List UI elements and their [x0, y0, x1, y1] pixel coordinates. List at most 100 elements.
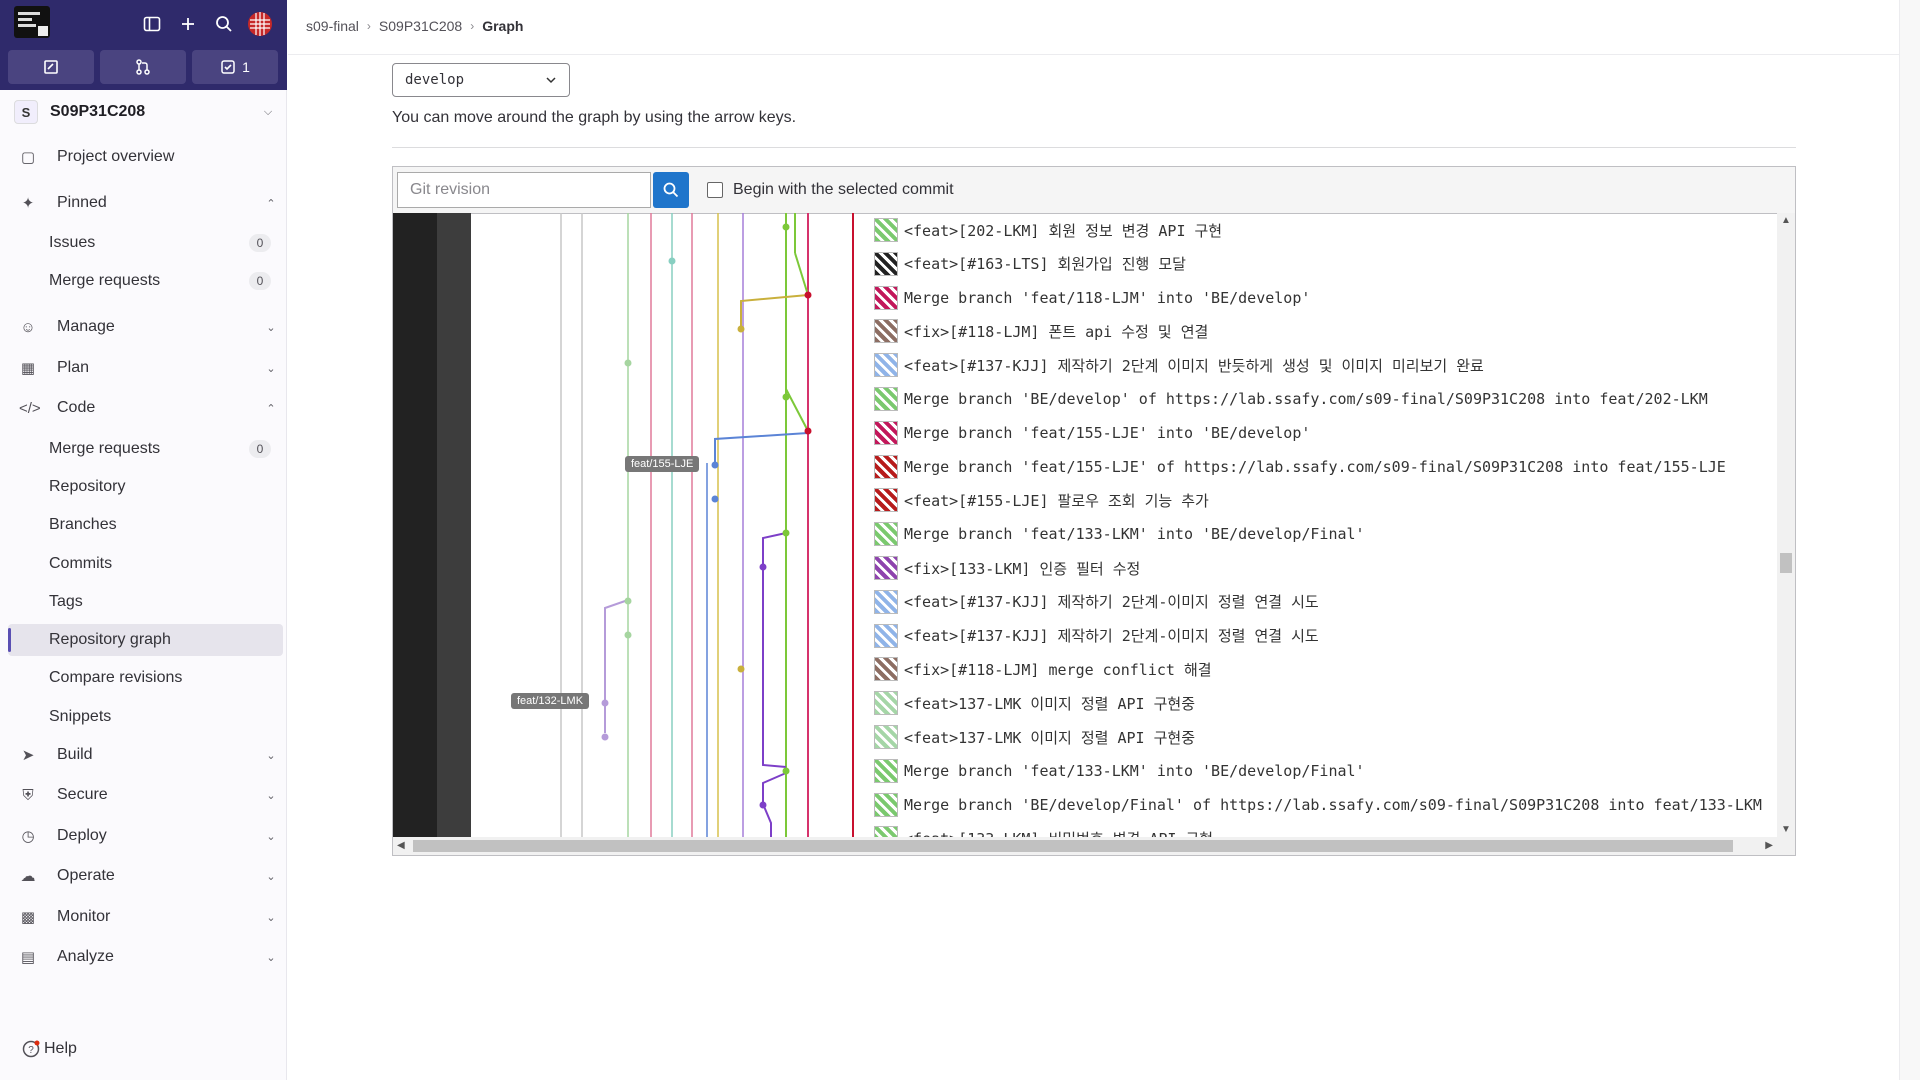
- nav-label: Pinned: [57, 194, 107, 211]
- todo-count: 1: [242, 59, 250, 75]
- nav-repository[interactable]: Repository: [8, 471, 283, 503]
- nav-manage[interactable]: ☺ Manage ⌄: [8, 311, 283, 343]
- commit-row[interactable]: Merge branch 'feat/133-LKM' into 'BE/dev…: [874, 754, 1365, 788]
- nav-snippets[interactable]: Snippets: [8, 701, 283, 733]
- author-avatar: [874, 826, 898, 837]
- nav-secure[interactable]: ⛨ Secure ⌄: [8, 779, 283, 811]
- commit-row[interactable]: <feat>[#137-KJJ] 제작하기 2단계 이미지 반듯하게 생성 및 …: [874, 348, 1484, 382]
- sidebar-toggle-icon[interactable]: [138, 10, 166, 38]
- cloud-gear-icon: ☁: [20, 868, 36, 885]
- begin-with-selected-label[interactable]: Begin with the selected commit: [733, 181, 954, 199]
- branch-label-feat-132[interactable]: feat/132-LMK: [511, 693, 590, 709]
- help-button[interactable]: ? Help: [22, 1040, 77, 1058]
- commit-message: <feat>[202-LKM] 회원 정보 변경 API 구현: [904, 221, 1223, 240]
- commit-row[interactable]: <feat>[#163-LTS] 회원가입 진행 모달: [874, 247, 1186, 281]
- branch-select[interactable]: develop: [392, 63, 570, 97]
- breadcrumb-group[interactable]: s09-final: [306, 18, 359, 34]
- commit-row[interactable]: <feat>[202-LKM] 회원 정보 변경 API 구현: [874, 213, 1222, 247]
- commit-row[interactable]: <fix>[133-LKM] 인증 필터 수정: [874, 551, 1140, 585]
- nav-label: Repository: [49, 478, 126, 495]
- todos-tab[interactable]: 1: [192, 50, 278, 84]
- breadcrumb-project[interactable]: S09P31C208: [379, 18, 462, 34]
- nav-label: Merge requests: [49, 440, 161, 457]
- commit-row[interactable]: <feat>137-LMK 이미지 정렬 API 구현중: [874, 720, 1195, 754]
- graph-horizontal-scrollbar[interactable]: ◀ ▶: [393, 837, 1795, 855]
- chevron-down-icon: ⌄: [266, 789, 276, 802]
- branch-label-feat-155[interactable]: feat/155-LJE: [625, 456, 700, 472]
- scrollbar-thumb[interactable]: [1780, 553, 1792, 573]
- scroll-right-icon[interactable]: ▶: [1765, 840, 1773, 851]
- commit-message: <feat>137-LMK 이미지 정렬 API 구현중: [904, 728, 1196, 747]
- gitlab-logo-icon[interactable]: [14, 6, 50, 38]
- issues-icon: [44, 60, 58, 74]
- commit-row[interactable]: <feat>[#155-LJE] 팔로우 조회 기능 추가: [874, 483, 1209, 517]
- nav-compare-revisions[interactable]: Compare revisions: [8, 662, 283, 694]
- nav-analyze[interactable]: ▤ Analyze ⌄: [8, 941, 283, 973]
- nav-label: Monitor: [57, 908, 111, 925]
- nav-plan[interactable]: ▦ Plan ⌄: [8, 352, 283, 384]
- plus-icon[interactable]: [174, 10, 202, 38]
- commit-row[interactable]: Merge branch 'feat/133-LKM' into 'BE/dev…: [874, 517, 1365, 551]
- commit-row[interactable]: Merge branch 'BE/develop' of https://lab…: [874, 382, 1708, 416]
- author-avatar: [874, 285, 898, 310]
- shield-icon: ⛨: [22, 786, 34, 804]
- project-switcher[interactable]: S S09P31C208 ⌵: [8, 96, 280, 128]
- commit-message: Merge branch 'BE/develop/Final' of https…: [904, 795, 1762, 814]
- nav-label: Analyze: [57, 948, 114, 965]
- breadcrumb-current[interactable]: Graph: [482, 18, 523, 34]
- graph-canvas[interactable]: feat/155-LJE feat/132-LMK <feat>[202-LKM…: [393, 213, 1776, 837]
- scroll-down-icon[interactable]: ▼: [1781, 824, 1791, 835]
- nav-project-overview[interactable]: ▢ Project overview: [8, 141, 283, 173]
- commit-row[interactable]: <fix>[#118-LJM] 폰트 api 수정 및 연결: [874, 314, 1208, 348]
- nav-operate[interactable]: ☁ Operate ⌄: [8, 860, 283, 892]
- revision-search-button[interactable]: [653, 172, 689, 208]
- nav-label: Operate: [57, 867, 115, 884]
- nav-issues[interactable]: Issues 0: [8, 227, 283, 259]
- commit-message: Merge branch 'feat/118-LJM' into 'BE/dev…: [904, 288, 1311, 307]
- commit-row[interactable]: <feat>[#137-KJJ] 제작하기 2단계-이미지 정렬 연결 시도: [874, 619, 1319, 653]
- commit-message: <fix>[#118-LJM] 폰트 api 수정 및 연결: [904, 322, 1209, 341]
- commit-row[interactable]: <fix>[#118-LJM] merge conflict 해결: [874, 652, 1212, 686]
- nav-monitor[interactable]: ▩ Monitor ⌄: [8, 901, 283, 933]
- user-avatar[interactable]: [246, 10, 274, 38]
- nav-repository-graph[interactable]: Repository graph: [8, 624, 283, 656]
- calendar-icon: ▦: [20, 360, 36, 377]
- begin-with-selected-checkbox[interactable]: [707, 182, 723, 198]
- git-revision-input[interactable]: Git revision: [397, 172, 651, 208]
- project-name: S09P31C208: [50, 103, 146, 120]
- commit-row[interactable]: Merge branch 'BE/develop/Final' of https…: [874, 788, 1762, 822]
- page-scrollbar[interactable]: [1899, 0, 1920, 1080]
- commit-row[interactable]: Merge branch 'feat/118-LJM' into 'BE/dev…: [874, 281, 1310, 315]
- graph-vertical-scrollbar[interactable]: ▲ ▼: [1777, 213, 1795, 837]
- commit-row[interactable]: Merge branch 'feat/155-LJE' into 'BE/dev…: [874, 416, 1310, 450]
- author-avatar: [874, 758, 898, 783]
- scroll-up-icon[interactable]: ▲: [1781, 215, 1791, 226]
- nav-merge-requests-pinned[interactable]: Merge requests 0: [8, 265, 283, 297]
- search-icon[interactable]: [210, 10, 238, 38]
- nav-label: Merge requests: [49, 272, 161, 289]
- nav-build[interactable]: ➤ Build ⌄: [8, 739, 283, 771]
- nav-commits[interactable]: Commits: [8, 548, 283, 580]
- scroll-left-icon[interactable]: ◀: [397, 840, 405, 851]
- nav-label: Tags: [49, 593, 83, 610]
- commit-message: <feat>[#137-KJJ] 제작하기 2단계-이미지 정렬 연결 시도: [904, 593, 1319, 612]
- author-avatar: [874, 725, 898, 749]
- nav-label: Build: [57, 746, 93, 763]
- nav-branches[interactable]: Branches: [8, 509, 283, 541]
- issues-tab[interactable]: [8, 50, 94, 84]
- commit-row[interactable]: <feat>[133-LKM] 비밀번호 변경 API 구현: [874, 821, 1213, 837]
- commit-row[interactable]: Merge branch 'feat/155-LJE' of https://l…: [874, 450, 1726, 484]
- nav-deploy[interactable]: ◷ Deploy ⌄: [8, 820, 283, 852]
- commit-message: <feat>[133-LKM] 비밀번호 변경 API 구현: [904, 828, 1213, 837]
- commit-row[interactable]: <feat>137-LMK 이미지 정렬 API 구현중: [874, 686, 1195, 720]
- nav-tags[interactable]: Tags: [8, 586, 283, 618]
- merge-requests-tab[interactable]: [100, 50, 186, 84]
- nav-merge-requests[interactable]: Merge requests 0: [8, 433, 283, 465]
- commit-row[interactable]: <feat>[#137-KJJ] 제작하기 2단계-이미지 정렬 연결 시도: [874, 585, 1319, 619]
- commit-message: <fix>[#118-LJM] merge conflict 해결: [904, 660, 1212, 679]
- nav-pinned[interactable]: ✦ Pinned ⌃: [8, 187, 283, 219]
- scrollbar-thumb[interactable]: [413, 840, 1733, 852]
- chevron-down-icon: ⌵: [263, 105, 273, 118]
- nav-code[interactable]: </> Code ⌃: [8, 392, 283, 424]
- merge-request-icon: [136, 59, 150, 75]
